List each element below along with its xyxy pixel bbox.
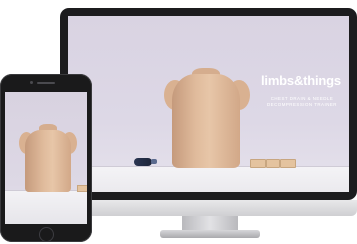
desktop-monitor: limbs&things CHEST DRAIN & NEEDLE DECOMP… — [60, 8, 357, 200]
table-surface — [68, 166, 349, 192]
tagline-line-2: DECOMPRESSION TRAINER — [267, 102, 337, 107]
monitor-stand-base — [160, 230, 260, 238]
chest-trainer-torso-image — [172, 74, 240, 168]
phone-camera-icon — [30, 81, 33, 84]
accessory-block — [266, 159, 280, 168]
smartphone — [0, 74, 92, 242]
accessory-block — [280, 159, 296, 168]
monitor-chin — [60, 200, 357, 216]
product-tagline: CHEST DRAIN & NEEDLE DECOMPRESSION TRAIN… — [258, 96, 346, 108]
brand-logo: limbs&things — [261, 73, 341, 88]
accessory-bottle — [134, 158, 152, 166]
accessory-block — [250, 159, 266, 168]
phone-screen — [5, 92, 87, 224]
accessory-bottle-cap — [151, 159, 157, 164]
phone-accessory-block — [77, 185, 87, 192]
phone-table-surface — [5, 190, 87, 224]
phone-chest-trainer-image — [25, 130, 71, 192]
home-button[interactable] — [39, 227, 54, 242]
monitor-screen: limbs&things CHEST DRAIN & NEEDLE DECOMP… — [68, 16, 349, 192]
phone-speaker — [37, 82, 55, 84]
